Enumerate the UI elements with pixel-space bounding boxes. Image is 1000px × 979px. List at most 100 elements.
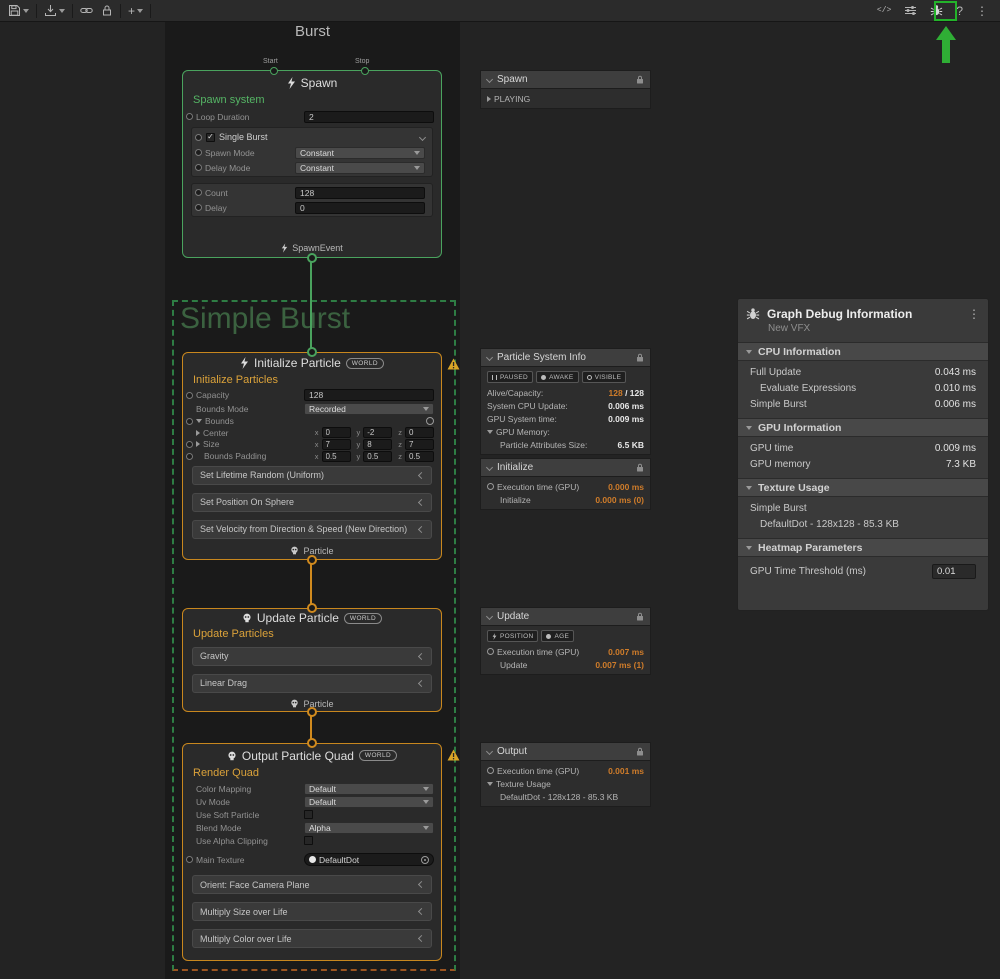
psi-header[interactable]: Particle System Info — [480, 348, 651, 367]
port-dot[interactable] — [186, 453, 193, 460]
add-button[interactable]: + — [124, 2, 147, 20]
port-dot[interactable] — [186, 856, 193, 863]
bounds-mode-dropdown[interactable]: Recorded — [304, 403, 434, 415]
fold-closed-icon[interactable] — [487, 96, 491, 102]
port-dot[interactable] — [195, 204, 202, 211]
fold-open-icon[interactable] — [487, 430, 493, 434]
update-node[interactable]: Update Particle WORLD Update Particles G… — [182, 608, 442, 712]
texture-usage-section[interactable]: Texture Usage — [738, 478, 988, 497]
initialize-input-port[interactable] — [307, 347, 317, 357]
control-settings-button[interactable] — [900, 2, 921, 20]
size-x-field[interactable] — [322, 439, 351, 450]
gpu-time-threshold-field[interactable] — [932, 564, 976, 579]
delay-field[interactable] — [295, 202, 425, 214]
fold-closed-icon[interactable] — [196, 430, 200, 436]
size-z-field[interactable] — [405, 439, 434, 450]
port-dot[interactable] — [195, 134, 202, 141]
update-input-port[interactable] — [307, 603, 317, 613]
fold-icon[interactable] — [486, 748, 493, 755]
fold-open-icon[interactable] — [487, 782, 493, 786]
lock-button[interactable] — [97, 2, 117, 20]
single-burst-header[interactable]: ✓ Single Burst — [192, 129, 432, 145]
alpha-clipping-checkbox[interactable] — [304, 836, 313, 845]
block-set-lifetime[interactable]: Set Lifetime Random (Uniform) — [192, 466, 432, 485]
fold-closed-icon[interactable] — [196, 441, 200, 447]
spawn-mode-dropdown[interactable]: Constant — [295, 147, 425, 159]
initialize-debug-header[interactable]: Initialize — [480, 458, 651, 477]
system-group-label[interactable]: Simple Burst — [180, 302, 350, 336]
block-set-velocity[interactable]: Set Velocity from Direction & Speed (New… — [192, 520, 432, 539]
bounds-record-icon[interactable] — [426, 417, 434, 425]
block-multiply-size[interactable]: Multiply Size over Life — [192, 902, 432, 921]
space-badge[interactable]: WORLD — [346, 358, 384, 369]
chevron-left-icon[interactable] — [418, 499, 425, 506]
center-x-field[interactable] — [322, 427, 351, 438]
padding-y-field[interactable] — [363, 451, 392, 462]
port-dot[interactable] — [186, 418, 193, 425]
fold-open-icon[interactable] — [746, 350, 752, 354]
kebab-icon[interactable]: ⋮ — [968, 308, 980, 320]
object-picker-icon[interactable] — [421, 856, 429, 864]
lock-icon[interactable] — [636, 353, 644, 362]
chevron-left-icon[interactable] — [418, 679, 425, 686]
fold-icon[interactable] — [486, 613, 493, 620]
update-debug-header[interactable]: Update — [480, 607, 651, 626]
fold-open-icon[interactable] — [746, 546, 752, 550]
port-dot[interactable] — [195, 164, 202, 171]
spawn-debug-header[interactable]: Spawn — [480, 70, 651, 89]
cpu-information-section[interactable]: CPU Information — [738, 342, 988, 361]
space-badge[interactable]: WORLD — [344, 613, 382, 624]
padding-x-field[interactable] — [322, 451, 351, 462]
blend-mode-dropdown[interactable]: Alpha — [304, 822, 434, 834]
chevron-left-icon[interactable] — [418, 472, 425, 479]
fold-icon[interactable] — [486, 464, 493, 471]
capacity-field[interactable] — [304, 389, 434, 401]
chevron-left-icon[interactable] — [418, 908, 425, 915]
count-field[interactable] — [295, 187, 425, 199]
fold-icon[interactable] — [486, 76, 493, 83]
block-orient[interactable]: Orient: Face Camera Plane — [192, 875, 432, 894]
save-button[interactable] — [4, 2, 33, 20]
output-input-port[interactable] — [307, 738, 317, 748]
chevron-down-icon[interactable] — [419, 133, 426, 140]
lock-icon[interactable] — [636, 747, 644, 756]
single-burst-checkbox[interactable]: ✓ — [206, 133, 215, 142]
port-dot[interactable] — [186, 441, 193, 448]
initialize-node[interactable]: Initialize Particle WORLD Initialize Par… — [182, 352, 442, 560]
spawn-node[interactable]: Start Stop Spawn Spawn system Loop Durat… — [182, 70, 442, 258]
fold-open-icon[interactable] — [746, 426, 752, 430]
uv-mode-dropdown[interactable]: Default — [304, 796, 434, 808]
edge-spawn-initialize[interactable] — [310, 258, 312, 353]
chevron-left-icon[interactable] — [418, 881, 425, 888]
main-texture-field[interactable]: DefaultDot — [304, 853, 434, 866]
lock-icon[interactable] — [636, 612, 644, 621]
gpu-information-section[interactable]: GPU Information — [738, 418, 988, 437]
size-y-field[interactable] — [363, 439, 392, 450]
fold-icon[interactable] — [486, 354, 493, 361]
loop-duration-field[interactable] — [304, 111, 434, 123]
lock-icon[interactable] — [636, 463, 644, 472]
menu-button[interactable]: ⋮ — [972, 2, 992, 20]
warning-icon[interactable] — [447, 358, 460, 370]
chevron-left-icon[interactable] — [418, 526, 425, 533]
fold-open-icon[interactable] — [746, 486, 752, 490]
output-node[interactable]: Output Particle Quad WORLD Render Quad C… — [182, 743, 442, 961]
save-as-button[interactable] — [40, 2, 69, 20]
fold-open-icon[interactable] — [196, 419, 202, 423]
padding-z-field[interactable] — [405, 451, 434, 462]
spawn-node-header[interactable]: Spawn — [183, 71, 441, 94]
spawn-output-port[interactable] — [307, 253, 317, 263]
color-mapping-dropdown[interactable]: Default — [304, 783, 434, 795]
warning-icon[interactable] — [447, 749, 460, 761]
attach-button[interactable] — [76, 2, 97, 20]
block-gravity[interactable]: Gravity — [192, 647, 432, 666]
space-badge[interactable]: WORLD — [359, 750, 397, 761]
port-dot[interactable] — [195, 149, 202, 156]
code-view-button[interactable]: </> — [873, 2, 895, 20]
update-output-port[interactable] — [307, 707, 317, 717]
delay-mode-dropdown[interactable]: Constant — [295, 162, 425, 174]
port-dot[interactable] — [186, 113, 193, 120]
edge-initialize-update[interactable] — [310, 560, 312, 609]
block-linear-drag[interactable]: Linear Drag — [192, 674, 432, 693]
port-dot[interactable] — [186, 392, 193, 399]
